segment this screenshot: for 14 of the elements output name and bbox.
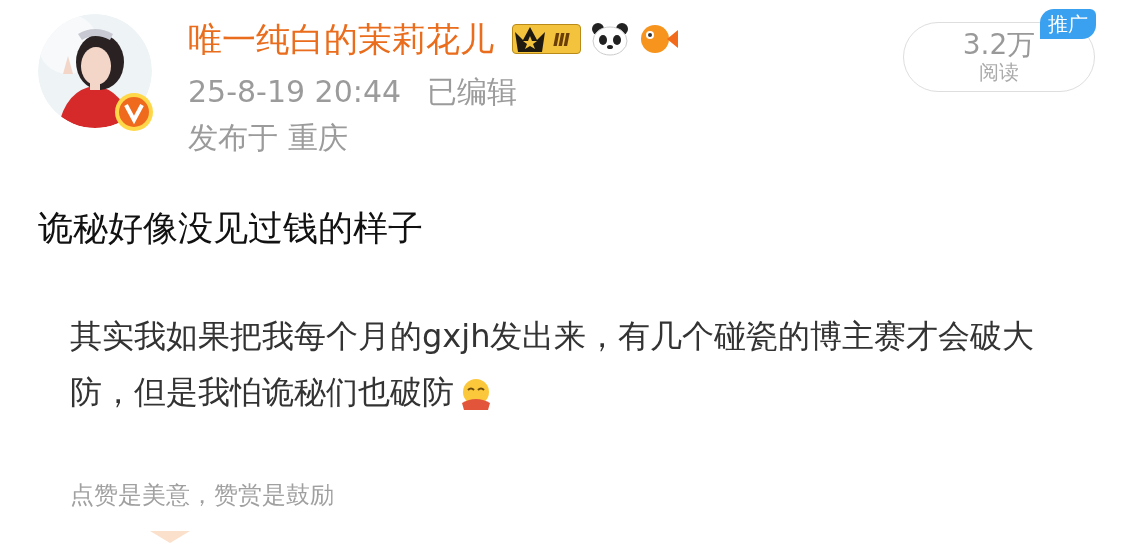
author-name[interactable]: 唯一纯白的茉莉花儿 xyxy=(188,22,494,56)
read-label: 阅读 xyxy=(979,60,1019,84)
post-location: 发布于 重庆 xyxy=(188,119,349,157)
post-text: 诡秘好像没见过钱的样子 xyxy=(37,207,424,250)
level-badge: Ⅲ xyxy=(512,24,581,54)
fish-icon xyxy=(639,22,679,56)
edited-label: 已编辑 xyxy=(427,73,518,111)
reward-prompt: 点赞是美意，赞赏是鼓励 xyxy=(69,480,335,511)
chevron-down-icon[interactable] xyxy=(150,530,190,544)
quoted-post-text: 其实我如果把我每个月的gxjh发出来，有几个碰瓷的博主赛才会破大防，但是我怕诡秘们也破防 xyxy=(69,316,1036,413)
post-time: 25-8-19 20:44 xyxy=(188,73,402,111)
read-count: 3.2万 xyxy=(962,30,1036,60)
promo-badge: 推广 xyxy=(1040,9,1096,39)
panda-icon xyxy=(591,22,629,56)
